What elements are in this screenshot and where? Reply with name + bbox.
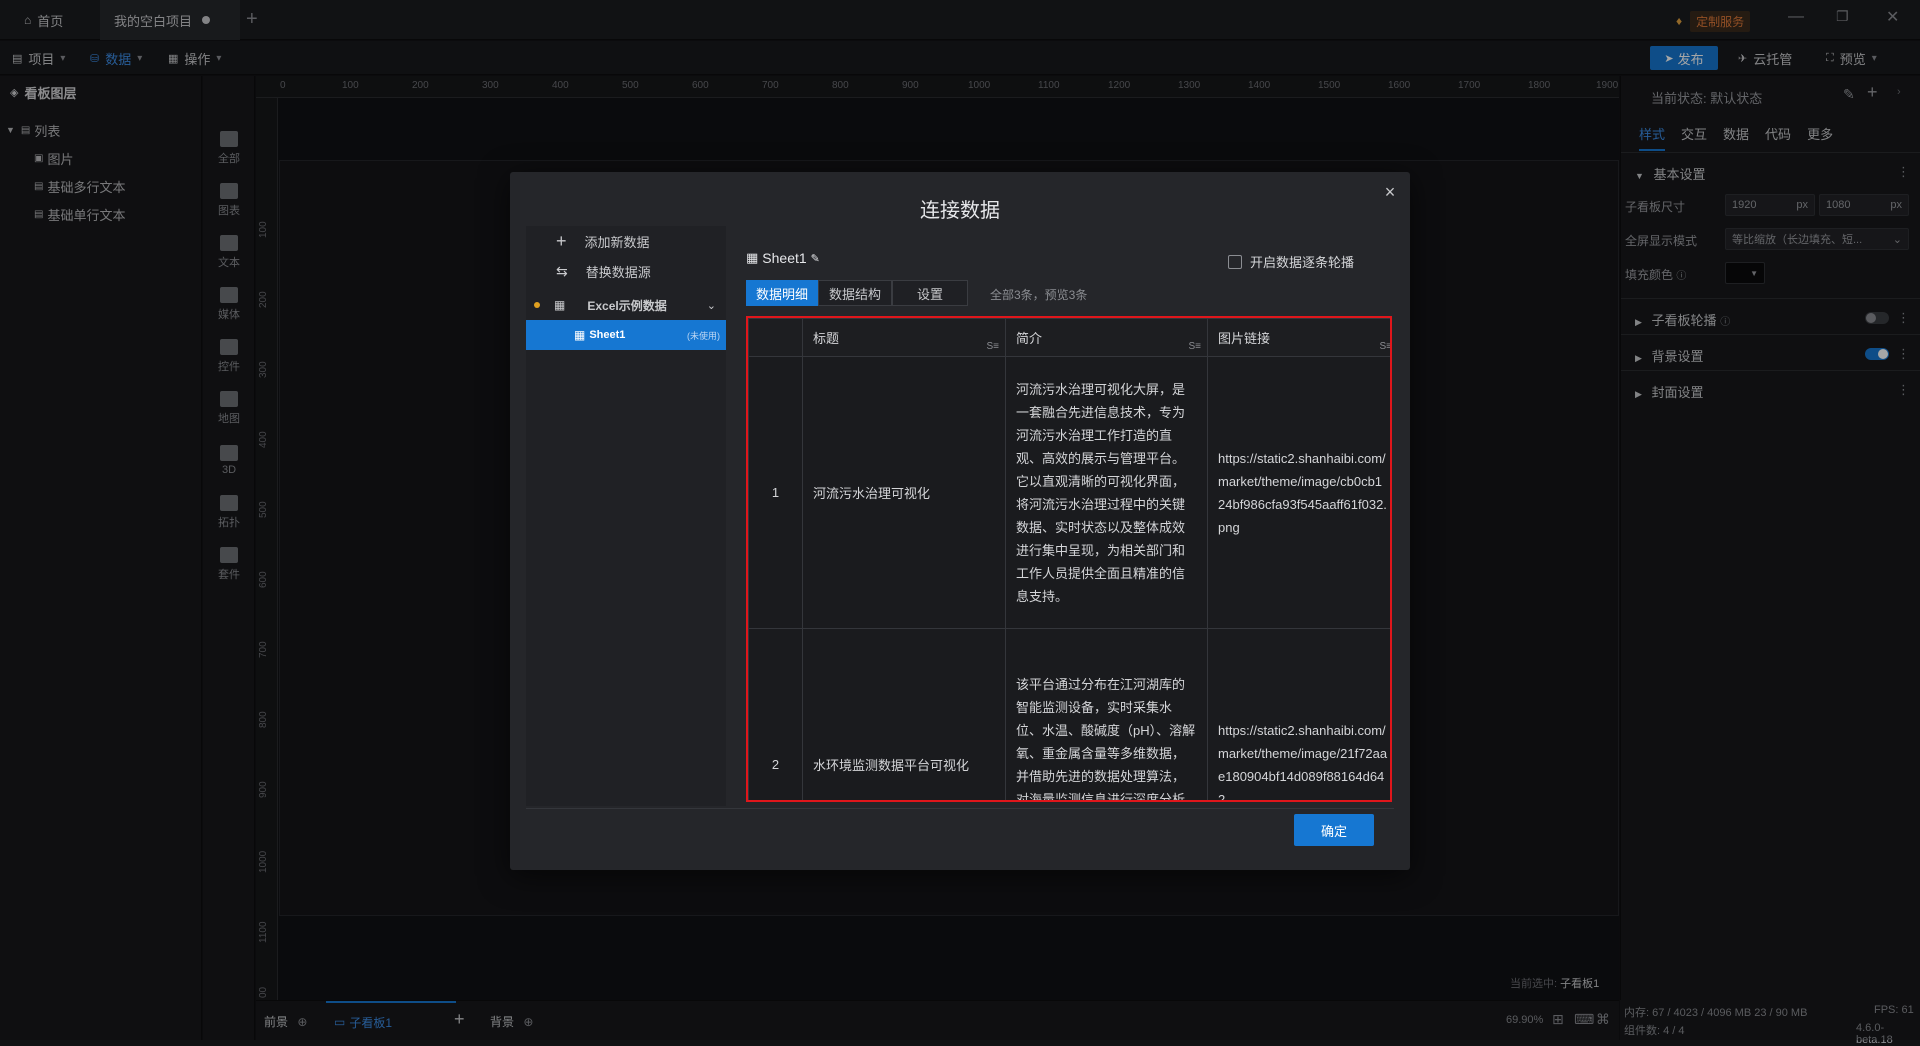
data-source-list: + 添加新数据 ⇆ 替换数据源 ▦ Excel示例数据 ⌄ ▦ Sheet1 (… — [526, 226, 726, 806]
confirm-button[interactable]: 确定 — [1294, 814, 1374, 846]
tab-data-detail[interactable]: 数据明细 — [746, 280, 818, 306]
data-table: 标题 S≡ 简介 S≡ 图片链接 S≡ 1 河流污水治理可视化 河流污水治理可视化大屏… — [748, 318, 1390, 800]
sheet-status: (未使用) — [687, 330, 720, 341]
data-source-item[interactable]: ▦ Excel示例数据 ⌄ — [526, 290, 726, 320]
sort-icon[interactable]: S≡ — [1379, 341, 1390, 352]
carousel-toggle-label: 开启数据逐条轮播 — [1250, 255, 1355, 270]
col-header-label: 标题 — [813, 331, 840, 346]
cell-desc: 河流污水治理可视化大屏，是一套融合先进信息技术，专为河流污水治理工作打造的直观、… — [1005, 356, 1208, 629]
replace-source-button[interactable]: ⇆ 替换数据源 — [526, 256, 726, 286]
tab-settings[interactable]: 设置 — [892, 280, 968, 306]
cell-desc: 该平台通过分布在江河湖库的智能监测设备，实时采集水位、水温、酸碱度（pH）、溶解… — [1005, 628, 1208, 800]
col-header-index — [748, 318, 803, 357]
col-header-url[interactable]: 图片链接 S≡ — [1207, 318, 1390, 357]
connect-data-dialog: 连接数据 × + 添加新数据 ⇆ 替换数据源 ▦ Excel示例数据 ⌄ ▦ S… — [510, 172, 1410, 870]
col-header-label: 图片链接 — [1218, 331, 1271, 346]
sheet-name: Sheet1 — [589, 329, 626, 341]
count-info: 全部3条，预览3条 — [990, 288, 1088, 302]
swap-icon: ⇆ — [556, 262, 568, 279]
table-row[interactable]: 2 水环境监测数据平台可视化 该平台通过分布在江河湖库的智能监测设备，实时采集水… — [748, 628, 1390, 800]
plus-icon: + — [556, 230, 567, 251]
cell-title: 水环境监测数据平台可视化 — [802, 628, 1006, 800]
dialog-title: 连接数据 — [920, 200, 1000, 222]
sheet-item[interactable]: ▦ Sheet1 (未使用) — [526, 320, 726, 350]
table-header-row: 标题 S≡ 简介 S≡ 图片链接 S≡ — [748, 318, 1390, 357]
checkbox-box[interactable] — [1228, 254, 1242, 269]
tab-data-structure[interactable]: 数据结构 — [818, 280, 892, 306]
chevron-down-icon: ⌄ — [706, 299, 716, 312]
sheet-title: Sheet1 — [762, 250, 807, 266]
add-data-button[interactable]: + 添加新数据 — [526, 226, 726, 256]
add-data-label: 添加新数据 — [584, 234, 650, 250]
table-row[interactable]: 1 河流污水治理可视化 河流污水治理可视化大屏，是一套融合先进信息技术，专为河流… — [748, 356, 1390, 629]
cell-index: 2 — [748, 628, 803, 800]
sheet-header: ▦ Sheet1 ✎ — [746, 250, 820, 266]
col-header-desc[interactable]: 简介 S≡ — [1005, 318, 1208, 357]
close-icon[interactable]: × — [1380, 182, 1400, 202]
cell-title: 河流污水治理可视化 — [802, 356, 1006, 629]
table-icon: ▦ — [554, 298, 566, 312]
status-dot-icon — [534, 302, 540, 308]
replace-source-label: 替换数据源 — [585, 264, 651, 280]
table-icon: ▦ — [574, 328, 586, 342]
cell-url: https://static2.shanhaibi.com/market/the… — [1207, 628, 1390, 800]
sort-icon[interactable]: S≡ — [986, 341, 999, 352]
table-icon: ▦ — [746, 250, 759, 265]
cell-url: https://static2.shanhaibi.com/market/the… — [1207, 356, 1390, 629]
divider — [526, 808, 1394, 809]
col-header-title[interactable]: 标题 S≡ — [802, 318, 1006, 357]
source-name: Excel示例数据 — [587, 298, 667, 313]
cell-index: 1 — [748, 356, 803, 629]
sort-icon[interactable]: S≡ — [1188, 341, 1201, 352]
edit-icon[interactable]: ✎ — [811, 252, 820, 265]
col-header-label: 简介 — [1016, 331, 1043, 346]
carousel-checkbox[interactable]: 开启数据逐条轮播 — [1228, 252, 1354, 271]
data-preview-table[interactable]: 标题 S≡ 简介 S≡ 图片链接 S≡ 1 河流污水治理可视化 河流污水治理可视化大屏… — [746, 316, 1392, 802]
